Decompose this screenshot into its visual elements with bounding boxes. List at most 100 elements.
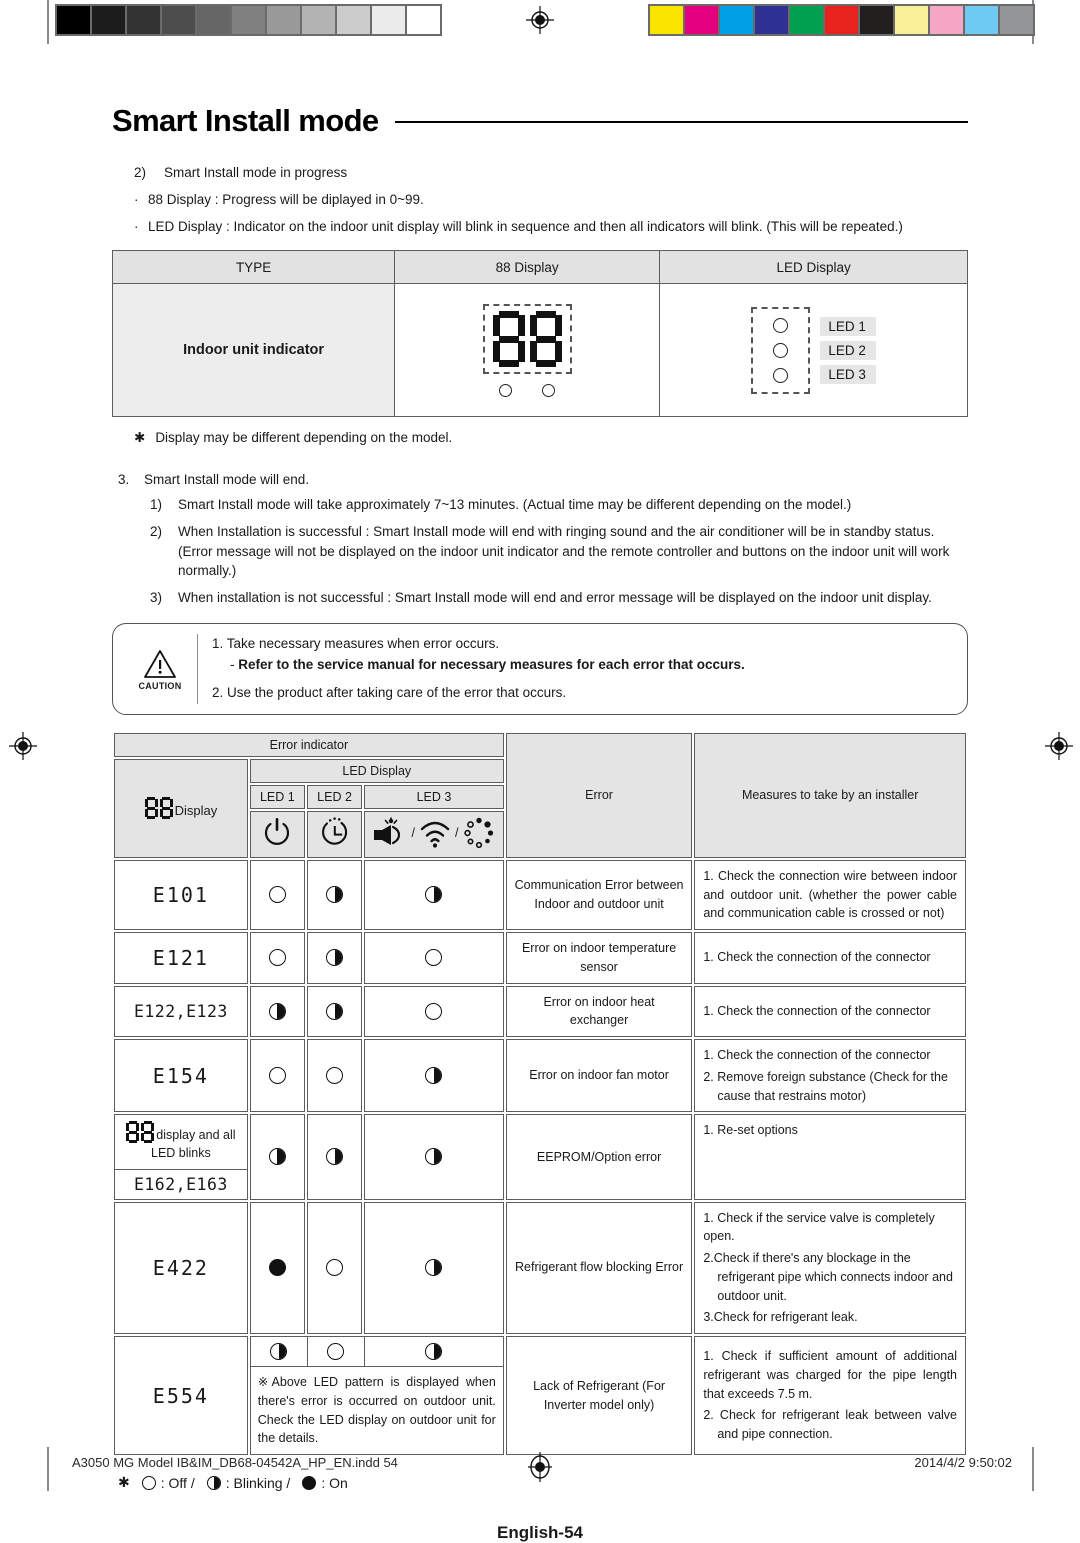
intro-bullet-1: · 88 Display : Progress will be diplayed… [134,191,968,209]
led-state-icon [425,949,443,967]
error-measures: 1. Check the connection of the connector [694,985,966,1037]
asterisk-icon: ✱ [134,430,146,446]
measure-item: 1. Check the connection of the connector [703,950,931,965]
seven-segment-digit [144,797,158,820]
caution-label: CAUTION [138,680,182,691]
th-led-display: LED Display [249,758,504,783]
section-3-heading: 3. Smart Install mode will end. [118,472,968,487]
th-led2-icon [306,810,363,858]
led-state-icon [326,1148,344,1166]
measure-item: 1. Check the connection wire between ind… [703,868,957,921]
calibration-swatch [1000,6,1033,34]
measure-item: 1. Check the connection of the connector [703,1003,931,1018]
table-header-row: TYPE 88 Display LED Display [111,250,968,285]
led3-state [364,932,504,984]
measure-item: 1. Check if the service valve is complet… [703,1210,935,1244]
led-state-icon [326,1067,344,1085]
calibration-swatch [267,6,300,34]
led-state-icon [425,1259,443,1277]
error-description: Error on indoor fan motor [505,1039,693,1113]
cell-88-display-graphic [394,283,661,418]
led-state-icon [326,1259,344,1277]
caution-line-2: - Refer to the service manual for necess… [230,655,745,676]
th-led2: LED 2 [306,784,363,809]
crop-mark-left-top [47,0,49,44]
error-measures: 1. Check if sufficient amount of additio… [694,1336,966,1455]
th-type: TYPE [111,250,396,285]
error-description: Lack of Refrigerant (For Inverter model … [505,1336,693,1455]
calibration-swatch [162,6,195,34]
led-circle-icon [773,317,789,333]
section-3-item-3: 3) When installation is not successful :… [150,588,968,607]
led2-state [306,932,363,984]
calibration-swatch [685,6,718,34]
section-3-title: Smart Install mode will end. [144,472,310,488]
note-model-variation-text: Display may be different depending on th… [155,430,453,446]
led-state-row [250,1337,503,1367]
led1-state [251,1337,308,1366]
led1-state [249,985,305,1037]
timer-clock-icon [321,817,347,845]
title-rule [394,121,968,123]
note-model-variation: ✱ Display may be different depending on … [134,430,968,446]
led-state-icon [268,1002,286,1020]
error-measures: 1. Check the connection wire between ind… [694,859,966,930]
led-indicator-box [751,306,811,394]
table-row: Indoor unit indicator LED 1 LED 2 LED 3 [111,283,968,418]
measure-item: 2.Check if there's any blockage in the r… [703,1251,953,1303]
measure-item: 1. Check the connection of the connector [703,1048,931,1062]
error-table-header-row-1: Error indicator Error Measures to take b… [114,732,966,858]
led-pattern-note: ※Above LED pattern is displayed when the… [257,1375,496,1446]
item-number: 1) [150,497,163,513]
error-code: E122,E123 [114,985,248,1037]
footer-registration-mark [525,1450,555,1487]
led1-state [249,859,305,930]
error-code-cell: display and all LED blinks E162,E163 [114,1114,248,1200]
error-code-note-text: display and all LED blinks [151,1128,236,1161]
error-code: E554 [114,1336,248,1455]
page-content: Smart Install mode 2) Smart Install mode… [111,104,968,1543]
caution-line-1: 1. Take necessary measures when error oc… [212,635,500,651]
calibration-swatch [372,6,405,34]
calibration-swatch [407,6,440,34]
caution-line-3: 2. Use the product after taking care of … [212,684,567,700]
calibration-swatch [860,6,893,34]
seven-segment-mini [126,1121,155,1144]
led-state-icon [268,1259,286,1277]
led-label-2: LED 2 [820,340,876,360]
measure-item: 1. Re-set options [703,1123,798,1138]
section-3-number: 3. [118,472,130,488]
error-description: Refrigerant flow blocking Error [505,1201,693,1334]
registration-mark-left [9,732,37,760]
footer-timestamp: 2014/4/2 9:50:02 [914,1455,1012,1470]
error-code: E154 [114,1039,248,1113]
led-circle-icon [773,367,789,383]
power-icon [265,817,290,845]
bullet-dot-icon: · [134,191,139,207]
error-description: Communication Error between Indoor and o… [505,859,693,930]
registration-mark-top [526,6,554,34]
icon-separator: / [454,825,459,840]
plug-sparkle-icon [374,816,401,845]
error-code-table: Error indicator Error Measures to take b… [112,731,968,1457]
th-88-display: 88 Display [394,250,661,285]
table-row: E122,E123 Error on indoor heat exchanger… [114,985,966,1037]
led-state-icon [425,1148,443,1166]
registration-mark-right [1045,732,1073,760]
item-number: 3) [150,589,163,605]
seven-segment-display [482,303,572,374]
led-state-icon [326,949,344,967]
table-row: E154 Error on indoor fan motor 1. Check … [114,1039,966,1113]
section-3-item-2: 2) When Installation is successful : Sma… [150,522,968,579]
icon-separator: / [411,825,415,840]
led1-state [249,1114,305,1200]
item-text: When installation is not successful : Sm… [178,589,932,605]
error-measures: 1. Re-set options [694,1114,966,1200]
seven-segment-mini [144,797,173,820]
calibration-swatch [895,6,928,34]
calibration-swatch [302,6,335,34]
error-code: E121 [114,932,248,984]
cell-indoor-unit-indicator: Indoor unit indicator [111,283,396,418]
indoor-unit-indicator-table: TYPE 88 Display LED Display Indoor unit … [111,250,968,418]
led3-state [364,859,504,930]
